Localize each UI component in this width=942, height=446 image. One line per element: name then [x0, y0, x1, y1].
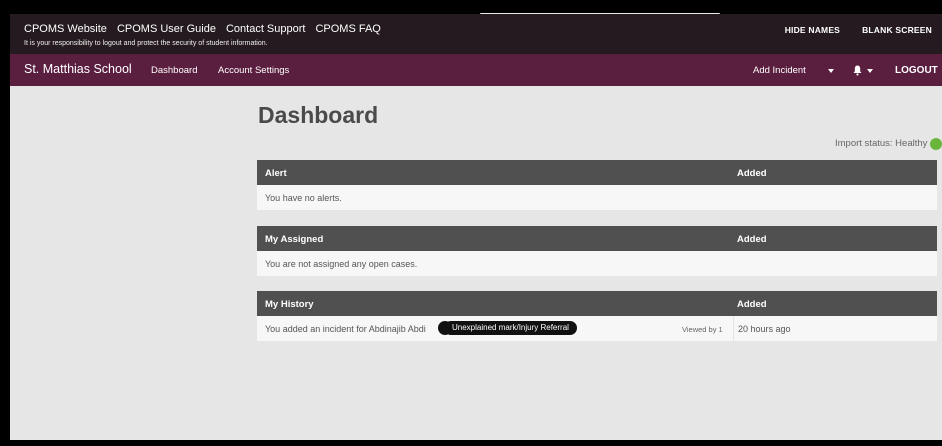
- alert-panel-body: You have no alerts.: [257, 185, 937, 210]
- column-divider: [733, 316, 734, 341]
- history-added-header: Added: [737, 299, 767, 310]
- link-cpoms-faq[interactable]: CPOMS FAQ: [315, 23, 380, 35]
- link-cpoms-website[interactable]: CPOMS Website: [24, 23, 107, 35]
- nav-dashboard[interactable]: Dashboard: [151, 65, 197, 76]
- utility-actions: HIDE NAMES BLANK SCREEN: [785, 25, 932, 35]
- utility-bar: CPOMS Website CPOMS User Guide Contact S…: [10, 14, 942, 54]
- alert-title: Alert: [265, 168, 287, 179]
- viewed-by-count: Viewed by 1: [682, 325, 723, 334]
- import-status: Import status: Healthy: [835, 138, 928, 149]
- history-item-text[interactable]: You added an incident for Abdinajib Abdi: [265, 324, 426, 334]
- bell-icon[interactable]: [853, 65, 862, 76]
- alert-panel: Alert Added You have no alerts.: [257, 160, 937, 210]
- notifications-chevron-icon[interactable]: [867, 69, 873, 73]
- alert-panel-header: Alert Added: [257, 160, 937, 185]
- history-title: My History: [265, 299, 314, 310]
- history-panel: My History Added You added an incident f…: [257, 291, 937, 341]
- link-contact-support[interactable]: Contact Support: [226, 23, 306, 35]
- status-indicator-icon: [930, 138, 942, 150]
- assigned-title: My Assigned: [265, 234, 324, 245]
- history-item-time: 20 hours ago: [738, 324, 791, 334]
- assigned-panel: My Assigned Added You are not assigned a…: [257, 226, 937, 276]
- link-cpoms-user-guide[interactable]: CPOMS User Guide: [117, 23, 216, 35]
- add-incident-button[interactable]: Add Incident: [753, 65, 806, 76]
- assigned-panel-header: My Assigned Added: [257, 226, 937, 251]
- incident-category-tag: Unexplained mark/Injury Referral: [444, 321, 577, 335]
- utility-links: CPOMS Website CPOMS User Guide Contact S…: [24, 23, 381, 35]
- chevron-down-icon[interactable]: [828, 69, 834, 73]
- school-name[interactable]: St. Matthias School: [24, 62, 132, 76]
- history-panel-header: My History Added: [257, 291, 937, 316]
- assigned-panel-body: You are not assigned any open cases.: [257, 251, 937, 276]
- logout-button[interactable]: LOGOUT: [895, 65, 938, 76]
- blank-screen-button[interactable]: BLANK SCREEN: [862, 25, 932, 35]
- nav-account-settings[interactable]: Account Settings: [218, 65, 289, 76]
- assigned-added-header: Added: [737, 234, 767, 245]
- hide-names-button[interactable]: HIDE NAMES: [785, 25, 840, 35]
- app-window: CPOMS Website CPOMS User Guide Contact S…: [10, 14, 942, 440]
- page-title: Dashboard: [258, 102, 379, 128]
- alert-added-header: Added: [737, 168, 767, 179]
- history-row[interactable]: You added an incident for Abdinajib Abdi…: [257, 316, 937, 341]
- security-notice: It is your responsibility to logout and …: [24, 40, 268, 47]
- assigned-message: You are not assigned any open cases.: [265, 259, 418, 269]
- alert-message: You have no alerts.: [265, 193, 342, 203]
- main-nav: St. Matthias School Dashboard Account Se…: [10, 54, 942, 86]
